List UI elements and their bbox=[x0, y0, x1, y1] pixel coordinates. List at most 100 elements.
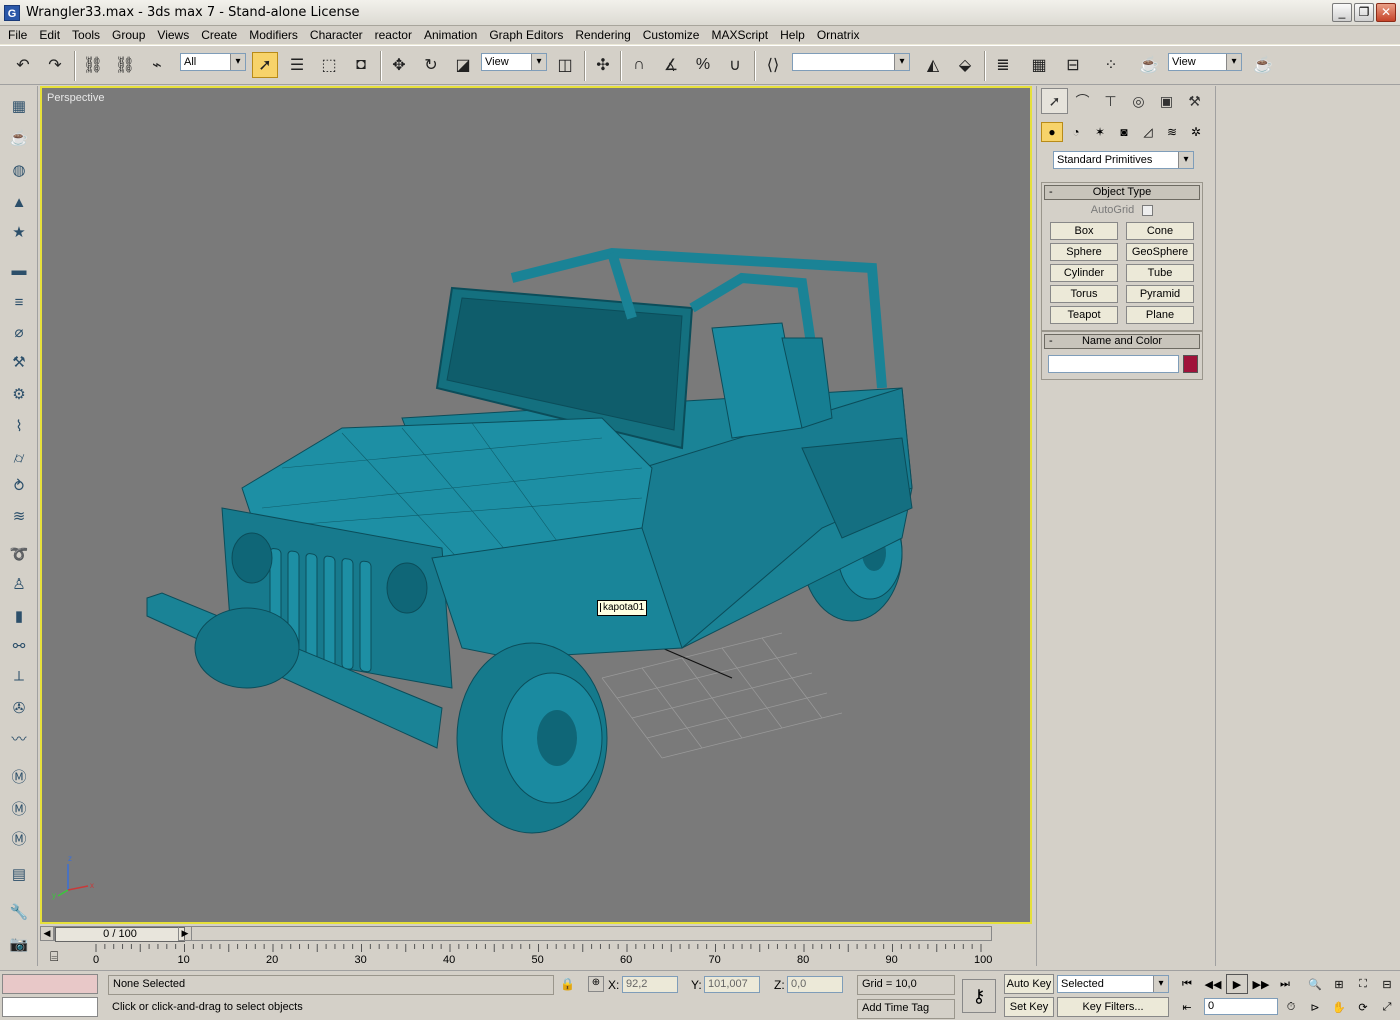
arc-rotate-icon[interactable]: ⟳ bbox=[1352, 997, 1374, 1017]
menu-modifiers[interactable]: Modifiers bbox=[243, 28, 304, 42]
select-by-name-icon[interactable]: ☰ bbox=[284, 52, 310, 78]
wrench-icon[interactable]: 🔧 bbox=[7, 900, 31, 924]
quick-render-icon[interactable]: ☕ bbox=[1250, 52, 1276, 78]
gear-icon[interactable]: ⚙ bbox=[7, 382, 31, 406]
lights-icon[interactable]: ✶ bbox=[1089, 122, 1111, 142]
zoom-icon[interactable]: 🔍 bbox=[1304, 974, 1326, 994]
tube-button[interactable]: Tube bbox=[1126, 264, 1194, 282]
object-type-header[interactable]: - Object Type bbox=[1044, 185, 1200, 200]
minimize-button[interactable]: _ bbox=[1332, 3, 1352, 22]
box-create-icon[interactable]: ▦ bbox=[7, 94, 31, 118]
go-to-start-icon[interactable]: ⏮ bbox=[1176, 974, 1198, 994]
window-crossing-icon[interactable]: ◘ bbox=[348, 52, 374, 78]
maximize-button[interactable]: ❐ bbox=[1354, 3, 1374, 22]
wheel-icon[interactable]: ✇ bbox=[7, 696, 31, 720]
tool-icon[interactable]: ⚒ bbox=[7, 350, 31, 374]
key-filters-button[interactable]: Key Filters... bbox=[1057, 997, 1169, 1017]
star-create-icon[interactable]: ★ bbox=[7, 220, 31, 244]
cameras-icon[interactable]: ◙ bbox=[1113, 122, 1135, 142]
physique-icon[interactable]: ▮ bbox=[7, 604, 31, 628]
redo-icon[interactable]: ↷ bbox=[42, 52, 68, 78]
sphere-button[interactable]: Sphere bbox=[1050, 243, 1118, 261]
perspective-viewport[interactable]: Perspective kapota01 z x y bbox=[40, 86, 1032, 924]
cylinder-button[interactable]: Cylinder bbox=[1050, 264, 1118, 282]
rectangular-selection-icon[interactable]: ⬚ bbox=[316, 52, 342, 78]
biped-icon[interactable]: ♙ bbox=[7, 572, 31, 596]
select-move-icon[interactable]: ✥ bbox=[386, 52, 412, 78]
time-slider-thumb[interactable]: 0 / 100 bbox=[55, 927, 185, 942]
helpers-icon[interactable]: ◿ bbox=[1137, 122, 1159, 142]
bind-spacewarp-icon[interactable]: ⌁ bbox=[144, 52, 170, 78]
lock-icon[interactable]: 🔒 bbox=[560, 977, 575, 991]
menu-customize[interactable]: Customize bbox=[637, 28, 706, 42]
previous-frame-icon[interactable]: ◀◀ bbox=[1202, 974, 1224, 994]
3ds-max-app-icon[interactable]: G bbox=[4, 4, 20, 21]
key-mode-icon[interactable]: ⇤ bbox=[1176, 997, 1198, 1017]
render-scene-icon[interactable]: ☕ bbox=[1136, 52, 1162, 78]
edit-named-selection-icon[interactable]: ⟨⟩ bbox=[760, 52, 786, 78]
snap-toggle-icon[interactable]: ∩ bbox=[626, 52, 652, 78]
set-key-icon[interactable]: ⚷ bbox=[962, 979, 996, 1013]
menu-graph-editors[interactable]: Graph Editors bbox=[483, 28, 569, 42]
unlink-icon[interactable]: ⛓ bbox=[112, 52, 138, 78]
field-of-view-icon[interactable]: ⊳ bbox=[1304, 997, 1326, 1017]
menu-maxscript[interactable]: MAXScript bbox=[705, 28, 774, 42]
percent-snap-icon[interactable]: % bbox=[690, 52, 716, 78]
track-bar-menu-icon[interactable]: ⌸ bbox=[50, 948, 58, 965]
y-coordinate-field[interactable]: 101,007 bbox=[704, 976, 760, 993]
angle-snap-icon[interactable]: ∡ bbox=[658, 52, 684, 78]
absolute-mode-icon[interactable]: ⊕ bbox=[588, 976, 604, 992]
ik-icon[interactable]: ⟂ bbox=[7, 664, 31, 688]
next-frame-icon[interactable]: ▶▶ bbox=[1250, 974, 1272, 994]
modifier-wave-icon[interactable]: ≋ bbox=[7, 504, 31, 528]
display-tab-icon[interactable]: ▣ bbox=[1153, 88, 1180, 114]
modifier-bend-icon[interactable]: ⌇ bbox=[7, 414, 31, 438]
stack-icon[interactable]: ≡ bbox=[7, 290, 31, 314]
maxscript-listener-white[interactable] bbox=[2, 997, 98, 1017]
z-coordinate-field[interactable]: 0,0 bbox=[787, 976, 843, 993]
teapot-button[interactable]: Teapot bbox=[1050, 306, 1118, 324]
spinner-snap-icon[interactable]: ∪ bbox=[722, 52, 748, 78]
geometry-icon[interactable]: ● bbox=[1041, 122, 1063, 142]
object-name-field[interactable] bbox=[1048, 355, 1180, 373]
select-object-icon[interactable]: ➚ bbox=[252, 52, 278, 78]
pyramid-button[interactable]: Pyramid bbox=[1126, 285, 1194, 303]
menu-views[interactable]: Views bbox=[151, 28, 195, 42]
geosphere-button[interactable]: GeoSphere bbox=[1126, 243, 1194, 261]
play-icon[interactable]: ▶ bbox=[1226, 974, 1248, 994]
set-key-button[interactable]: Set Key bbox=[1004, 997, 1054, 1017]
modifier-twist-icon[interactable]: ⥁ bbox=[7, 474, 31, 498]
mental-ray-icon[interactable]: Ⓜ bbox=[7, 764, 31, 788]
object-color-swatch[interactable] bbox=[1183, 355, 1198, 373]
jeep-model[interactable] bbox=[42, 88, 1030, 922]
pivot-center-icon[interactable]: ◫ bbox=[552, 52, 578, 78]
tube-icon[interactable]: ⌀ bbox=[7, 320, 31, 344]
curve-editor-icon[interactable]: ▦ bbox=[1026, 52, 1052, 78]
x-coordinate-field[interactable]: 92,2 bbox=[622, 976, 678, 993]
listing-icon[interactable]: ▤ bbox=[7, 862, 31, 886]
cone-create-icon[interactable]: ▲ bbox=[7, 190, 31, 214]
maxscript-listener-pink[interactable] bbox=[2, 974, 98, 994]
manipulate-icon[interactable]: ✣ bbox=[590, 52, 616, 78]
name-color-header[interactable]: - Name and Color bbox=[1044, 334, 1200, 349]
category-dropdown[interactable]: Standard Primitives bbox=[1053, 151, 1194, 169]
mental-ray-2-icon[interactable]: Ⓜ bbox=[7, 796, 31, 820]
reference-coord-dropdown[interactable]: View bbox=[481, 53, 547, 71]
menu-rendering[interactable]: Rendering bbox=[569, 28, 636, 42]
plane-create-icon[interactable]: ▬ bbox=[7, 258, 31, 282]
schematic-view-icon[interactable]: ⊟ bbox=[1060, 52, 1086, 78]
shapes-icon[interactable]: ◔ bbox=[1065, 122, 1087, 142]
time-slider[interactable]: ◀ 0 / 100 ▶ bbox=[40, 926, 1032, 943]
mental-ray-3-icon[interactable]: Ⓜ bbox=[7, 826, 31, 850]
spacewarps-icon[interactable]: ≋ bbox=[1161, 122, 1183, 142]
modifier-taper-icon[interactable]: ⌭ bbox=[7, 446, 31, 470]
add-time-tag-button[interactable]: Add Time Tag bbox=[857, 999, 955, 1019]
zoom-extents-icon[interactable]: ⛶ bbox=[1352, 974, 1374, 994]
menu-group[interactable]: Group bbox=[106, 28, 151, 42]
maximize-viewport-icon[interactable]: ⤢ bbox=[1376, 997, 1398, 1017]
pan-icon[interactable]: ✋ bbox=[1328, 997, 1350, 1017]
material-editor-icon[interactable]: ⁘ bbox=[1098, 52, 1124, 78]
select-rotate-icon[interactable]: ↻ bbox=[418, 52, 444, 78]
plane-button[interactable]: Plane bbox=[1126, 306, 1194, 324]
menu-file[interactable]: File bbox=[2, 28, 33, 42]
